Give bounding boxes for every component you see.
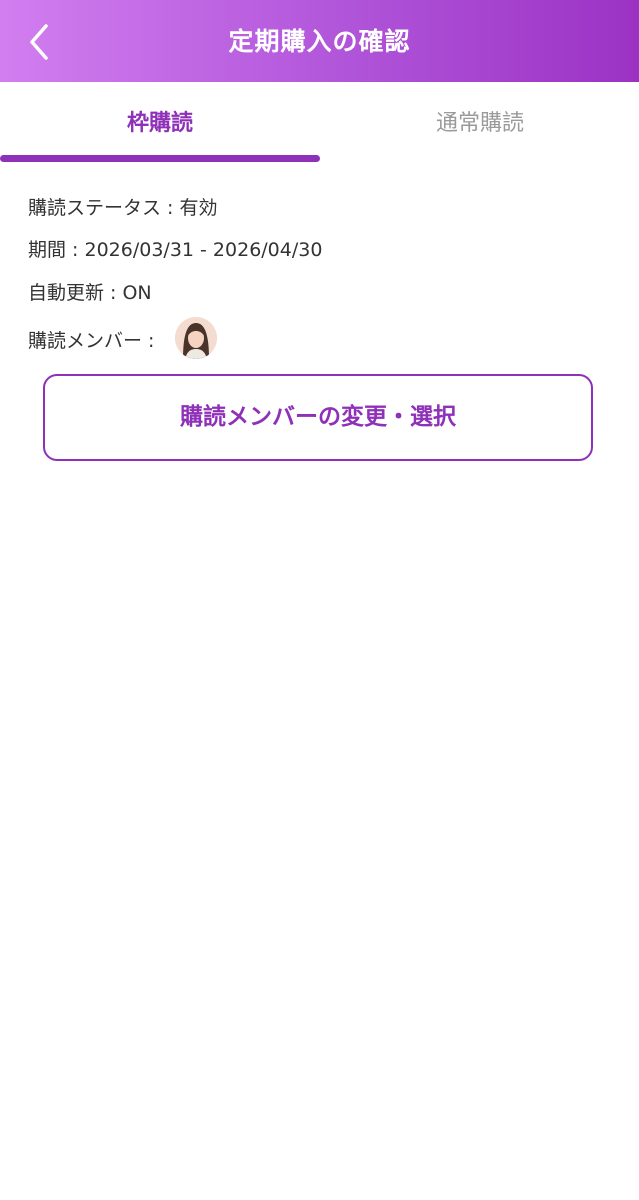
subscription-status: 購読ステータス : 有効 bbox=[28, 197, 218, 219]
change-members-button[interactable]: 購読メンバーの変更・選択 bbox=[43, 374, 593, 461]
page-title: 定期購入の確認 bbox=[228, 27, 411, 56]
tab-waku-subscription[interactable]: 枠購読 bbox=[0, 82, 320, 166]
tab-bar: 枠購読 通常購読 bbox=[0, 82, 639, 166]
subscription-period: 期間 : 2026/03/31 - 2026/04/30 bbox=[28, 239, 323, 261]
tab-regular-subscription[interactable]: 通常購読 bbox=[320, 82, 639, 166]
subscription-members-label: 購読メンバー : bbox=[28, 330, 155, 352]
app-header: 定期購入の確認 bbox=[0, 0, 639, 82]
auto-renew-status: 自動更新 : ON bbox=[28, 282, 152, 304]
member-avatar bbox=[175, 317, 217, 359]
active-tab-indicator bbox=[0, 155, 320, 162]
